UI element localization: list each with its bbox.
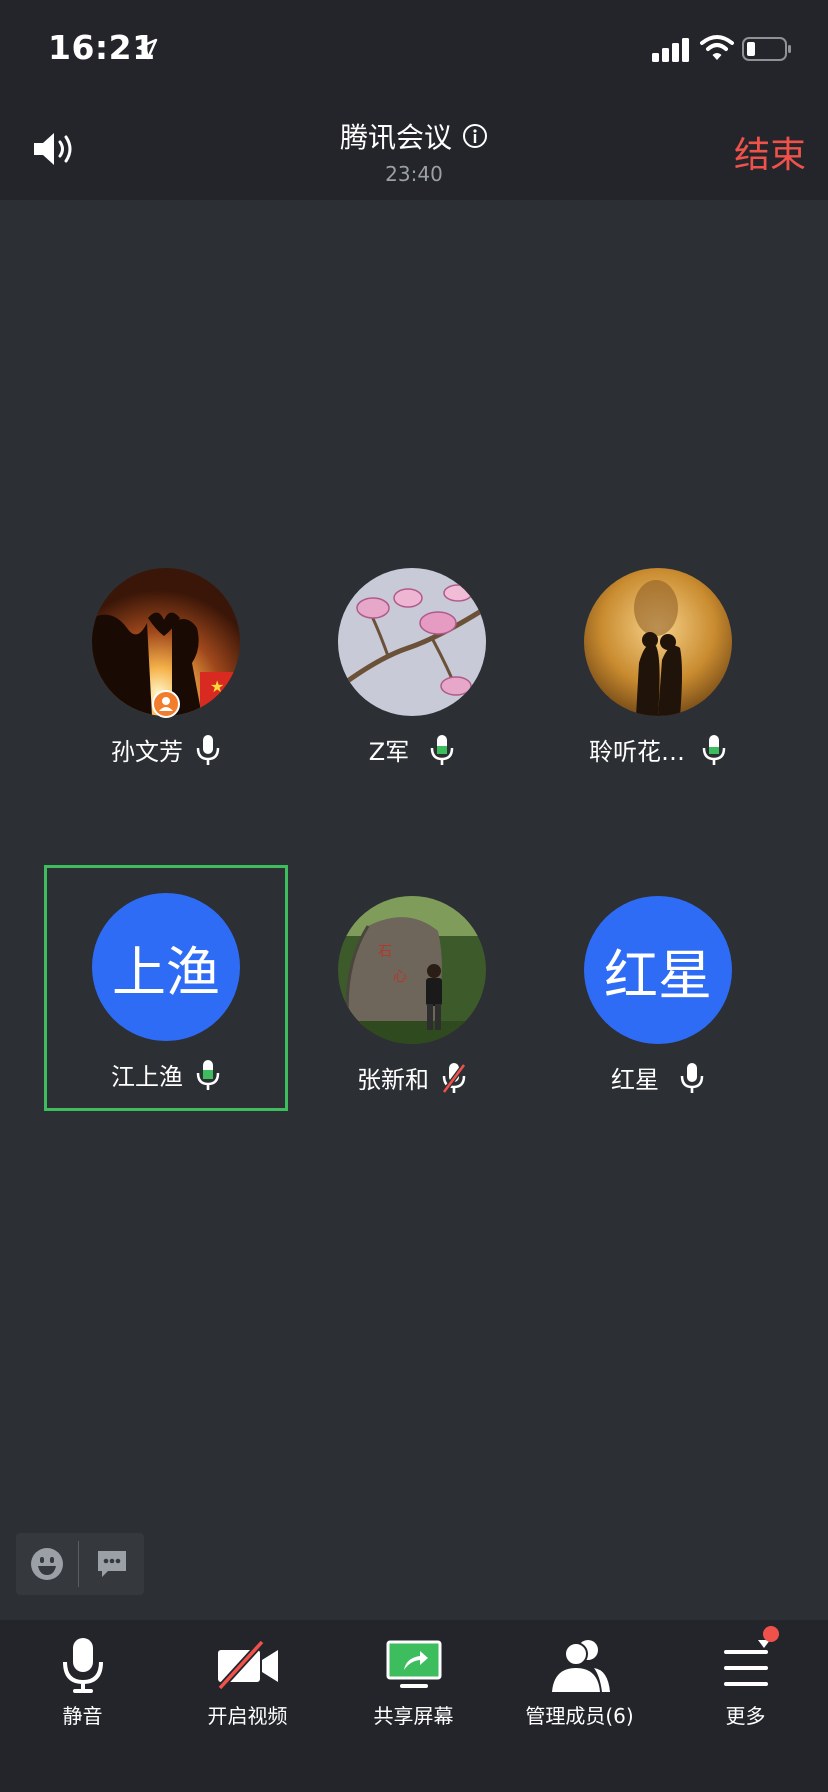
participant-tile[interactable]: 石 心 张新和 xyxy=(290,868,534,1114)
svg-text:石: 石 xyxy=(378,944,392,960)
notification-dot xyxy=(763,1626,779,1642)
divider xyxy=(78,1541,79,1587)
share-screen-icon xyxy=(386,1640,441,1688)
microphone-icon xyxy=(680,1062,704,1093)
participant-name-row: 江上渔 xyxy=(44,1057,288,1092)
svg-text:心: 心 xyxy=(393,969,407,985)
avatar: 红星 xyxy=(584,896,732,1044)
microphone-icon xyxy=(702,734,726,765)
participant-tile[interactable]: 聆听花… xyxy=(536,540,780,786)
video-off-icon xyxy=(216,1639,278,1691)
meeting-timer: 23:40 xyxy=(385,162,443,186)
muted-mic-icon xyxy=(441,1062,467,1093)
menu-icon xyxy=(723,1640,770,1686)
svg-text:★: ★ xyxy=(210,677,224,696)
microphone-icon xyxy=(430,734,454,765)
manage-members-label: 管理成员(6) xyxy=(525,1704,634,1728)
end-meeting-button[interactable]: 结束 xyxy=(734,126,806,178)
participant-name-row: Z军 xyxy=(290,732,534,767)
microphone-icon xyxy=(196,734,220,765)
battery-icon xyxy=(742,37,791,61)
participant-tile[interactable]: 红星 红星 xyxy=(536,868,780,1114)
chat-icon[interactable] xyxy=(96,1549,128,1579)
host-badge-icon xyxy=(152,690,180,718)
start-video-label: 开启视频 xyxy=(207,1704,288,1728)
members-icon xyxy=(551,1640,610,1692)
info-icon[interactable] xyxy=(462,123,488,149)
more-button[interactable]: 更多 xyxy=(663,1620,828,1740)
meeting-header: 腾讯会议 23:40 结束 xyxy=(0,96,828,200)
avatar xyxy=(338,568,486,716)
participant-name-row: 孙文芳 xyxy=(44,732,288,767)
participant-name: 江上渔 xyxy=(111,1063,183,1091)
participant-name: 张新和 xyxy=(357,1066,429,1094)
participant-name: 红星 xyxy=(611,1066,659,1094)
more-label: 更多 xyxy=(725,1704,766,1728)
participant-name-row: 聆听花… xyxy=(536,732,780,767)
signal-icon xyxy=(652,38,689,62)
participant-tile[interactable]: ★ 孙文芳 xyxy=(44,540,288,786)
avatar xyxy=(584,568,732,716)
participant-name: 孙文芳 xyxy=(111,738,183,766)
mute-label: 静音 xyxy=(62,1704,103,1728)
avatar: 石 心 xyxy=(338,896,486,1044)
mute-button[interactable]: 静音 xyxy=(0,1620,165,1740)
emoji-icon[interactable] xyxy=(30,1547,64,1581)
meeting-title-text: 腾讯会议 xyxy=(339,121,452,154)
participant-name-row: 张新和 xyxy=(290,1060,534,1095)
participant-name: Z军 xyxy=(368,738,410,766)
avatar: 上渔 xyxy=(92,893,240,1041)
start-video-button[interactable]: 开启视频 xyxy=(165,1620,330,1740)
share-screen-button[interactable]: 共享屏幕 xyxy=(331,1620,496,1740)
participant-tile[interactable]: Z军 xyxy=(290,540,534,786)
meeting-title[interactable]: 腾讯会议 xyxy=(0,116,828,156)
wifi-icon xyxy=(700,35,734,60)
manage-members-button[interactable]: 管理成员(6) xyxy=(497,1620,662,1740)
microphone-icon xyxy=(196,1059,220,1090)
chat-tools xyxy=(16,1533,144,1595)
bottom-toolbar: 静音 开启视频 共享屏幕 管理成员(6) 更多 xyxy=(0,1620,828,1792)
microphone-icon xyxy=(62,1638,103,1693)
participant-name-row: 红星 xyxy=(536,1060,780,1095)
location-arrow-icon xyxy=(136,38,158,60)
participant-tile-active[interactable]: 上渔 江上渔 xyxy=(44,865,288,1111)
participant-grid: ★ 孙文芳 Z军 聆听花… 上渔 江上渔 石 心 张新和 红星 红星 xyxy=(0,200,828,1620)
participant-name: 聆听花… xyxy=(589,738,685,766)
status-bar: 16:21 xyxy=(0,0,828,96)
share-screen-label: 共享屏幕 xyxy=(373,1704,454,1728)
